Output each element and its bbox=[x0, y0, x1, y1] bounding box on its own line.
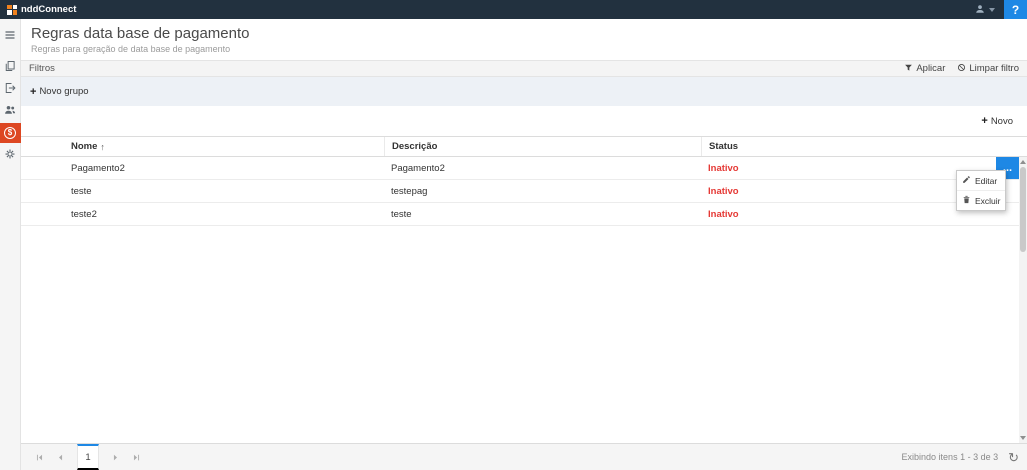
sidebar-item-settings[interactable] bbox=[0, 145, 21, 165]
table-row[interactable]: teste testepag Inativo bbox=[21, 180, 1027, 203]
cell-descricao: teste bbox=[384, 203, 701, 225]
sidebar-item-users[interactable] bbox=[0, 101, 21, 121]
pager-status: Exibindo itens 1 - 3 de 3 ↻ bbox=[902, 451, 1019, 464]
scroll-down-icon[interactable] bbox=[1020, 436, 1026, 440]
cell-descricao: testepag bbox=[384, 180, 701, 202]
new-group-bar: + Novo grupo bbox=[21, 77, 1027, 106]
new-button-label: Novo bbox=[991, 116, 1013, 127]
clear-filter-label: Limpar filtro bbox=[969, 63, 1019, 74]
pagination-bar: 1 Exibindo itens 1 - 3 de 3 ↻ bbox=[21, 443, 1027, 470]
scrollbar-thumb[interactable] bbox=[1020, 167, 1026, 252]
trash-icon bbox=[962, 195, 971, 206]
last-page-button[interactable] bbox=[126, 444, 147, 470]
nddconnect-logo-icon bbox=[7, 5, 17, 15]
filters-actions: Aplicar Limpar filtro bbox=[904, 63, 1019, 75]
table-header-row: Nome ↑ Descrição Status bbox=[21, 136, 1027, 157]
table-row[interactable]: Pagamento2 Pagamento2 Inativo bbox=[21, 157, 1027, 180]
money-icon: $ bbox=[4, 127, 16, 139]
column-header-status-label: Status bbox=[709, 141, 738, 152]
apply-filter-label: Aplicar bbox=[916, 63, 945, 74]
new-group-label: Novo grupo bbox=[39, 86, 88, 97]
user-icon bbox=[975, 2, 985, 17]
menu-item-delete-label: Excluir bbox=[975, 196, 1001, 206]
new-group-button[interactable]: + Novo grupo bbox=[30, 86, 89, 98]
sidebar-toggle-button[interactable] bbox=[0, 26, 21, 46]
chevron-down-icon bbox=[989, 8, 995, 12]
filters-title: Filtros bbox=[29, 63, 55, 74]
previous-page-icon bbox=[56, 450, 65, 465]
cell-nome: Pagamento2 bbox=[21, 157, 384, 179]
cell-descricao: Pagamento2 bbox=[384, 157, 701, 179]
column-header-status[interactable]: Status bbox=[701, 137, 1027, 156]
column-header-descricao-label: Descrição bbox=[392, 141, 437, 152]
brand-name: nddConnect bbox=[21, 4, 76, 15]
sidebar-item-documents[interactable] bbox=[0, 57, 21, 77]
user-menu-button[interactable] bbox=[966, 0, 1004, 19]
pager-controls: 1 bbox=[29, 444, 147, 470]
page-title: Regras data base de pagamento bbox=[31, 25, 1017, 42]
page-number-button[interactable]: 1 bbox=[77, 444, 99, 470]
menu-item-edit-label: Editar bbox=[975, 176, 997, 186]
sidebar: $ bbox=[0, 19, 21, 470]
menu-item-delete[interactable]: Excluir bbox=[957, 190, 1005, 210]
brand-logo[interactable]: nddConnect bbox=[0, 0, 76, 19]
column-header-descricao[interactable]: Descrição bbox=[384, 137, 701, 156]
top-bar: nddConnect ? bbox=[0, 0, 1027, 19]
last-page-icon bbox=[132, 450, 141, 465]
sort-ascending-icon: ↑ bbox=[100, 142, 105, 152]
plus-icon: + bbox=[981, 115, 987, 127]
previous-page-button[interactable] bbox=[50, 444, 71, 470]
refresh-icon[interactable]: ↻ bbox=[1008, 451, 1019, 464]
table-row[interactable]: teste2 teste Inativo bbox=[21, 203, 1027, 226]
first-page-icon bbox=[35, 450, 44, 465]
cell-nome: teste2 bbox=[21, 203, 384, 225]
plus-icon: + bbox=[30, 86, 36, 98]
row-actions-menu: Editar Excluir bbox=[956, 170, 1006, 211]
logout-icon bbox=[4, 82, 16, 97]
new-button[interactable]: + Novo bbox=[981, 115, 1013, 127]
apply-filter-button[interactable]: Aplicar bbox=[904, 63, 945, 75]
ban-icon bbox=[957, 63, 966, 75]
topbar-actions: ? bbox=[966, 0, 1027, 19]
data-grid: Nome ↑ Descrição Status Pagamento2 Pagam… bbox=[21, 136, 1027, 443]
cell-nome: teste bbox=[21, 180, 384, 202]
copy-pages-icon bbox=[4, 60, 16, 75]
vertical-scrollbar[interactable] bbox=[1019, 157, 1027, 443]
users-icon bbox=[4, 104, 16, 119]
sidebar-item-logout[interactable] bbox=[0, 79, 21, 99]
page-subtitle: Regras para geração de data base de paga… bbox=[31, 44, 1017, 54]
funnel-icon bbox=[904, 63, 913, 75]
next-page-icon bbox=[111, 450, 120, 465]
help-button[interactable]: ? bbox=[1004, 0, 1027, 19]
column-header-nome[interactable]: Nome ↑ bbox=[21, 137, 384, 156]
gears-icon bbox=[4, 148, 16, 163]
grid-toolbar: + Novo bbox=[21, 106, 1027, 136]
filters-bar: Filtros Aplicar Limpar filtro bbox=[21, 60, 1027, 77]
next-page-button[interactable] bbox=[105, 444, 126, 470]
main-content: Regras data base de pagamento Regras par… bbox=[21, 19, 1027, 470]
column-header-nome-label: Nome bbox=[71, 141, 97, 152]
menu-icon bbox=[4, 29, 16, 44]
first-page-button[interactable] bbox=[29, 444, 50, 470]
clear-filter-button[interactable]: Limpar filtro bbox=[957, 63, 1019, 75]
menu-item-edit[interactable]: Editar bbox=[957, 171, 1005, 190]
pencil-icon bbox=[962, 175, 971, 186]
sidebar-item-payments[interactable]: $ bbox=[0, 123, 21, 143]
page-header: Regras data base de pagamento Regras par… bbox=[21, 19, 1027, 60]
scroll-up-icon[interactable] bbox=[1020, 160, 1026, 164]
pager-info-text: Exibindo itens 1 - 3 de 3 bbox=[902, 452, 999, 462]
